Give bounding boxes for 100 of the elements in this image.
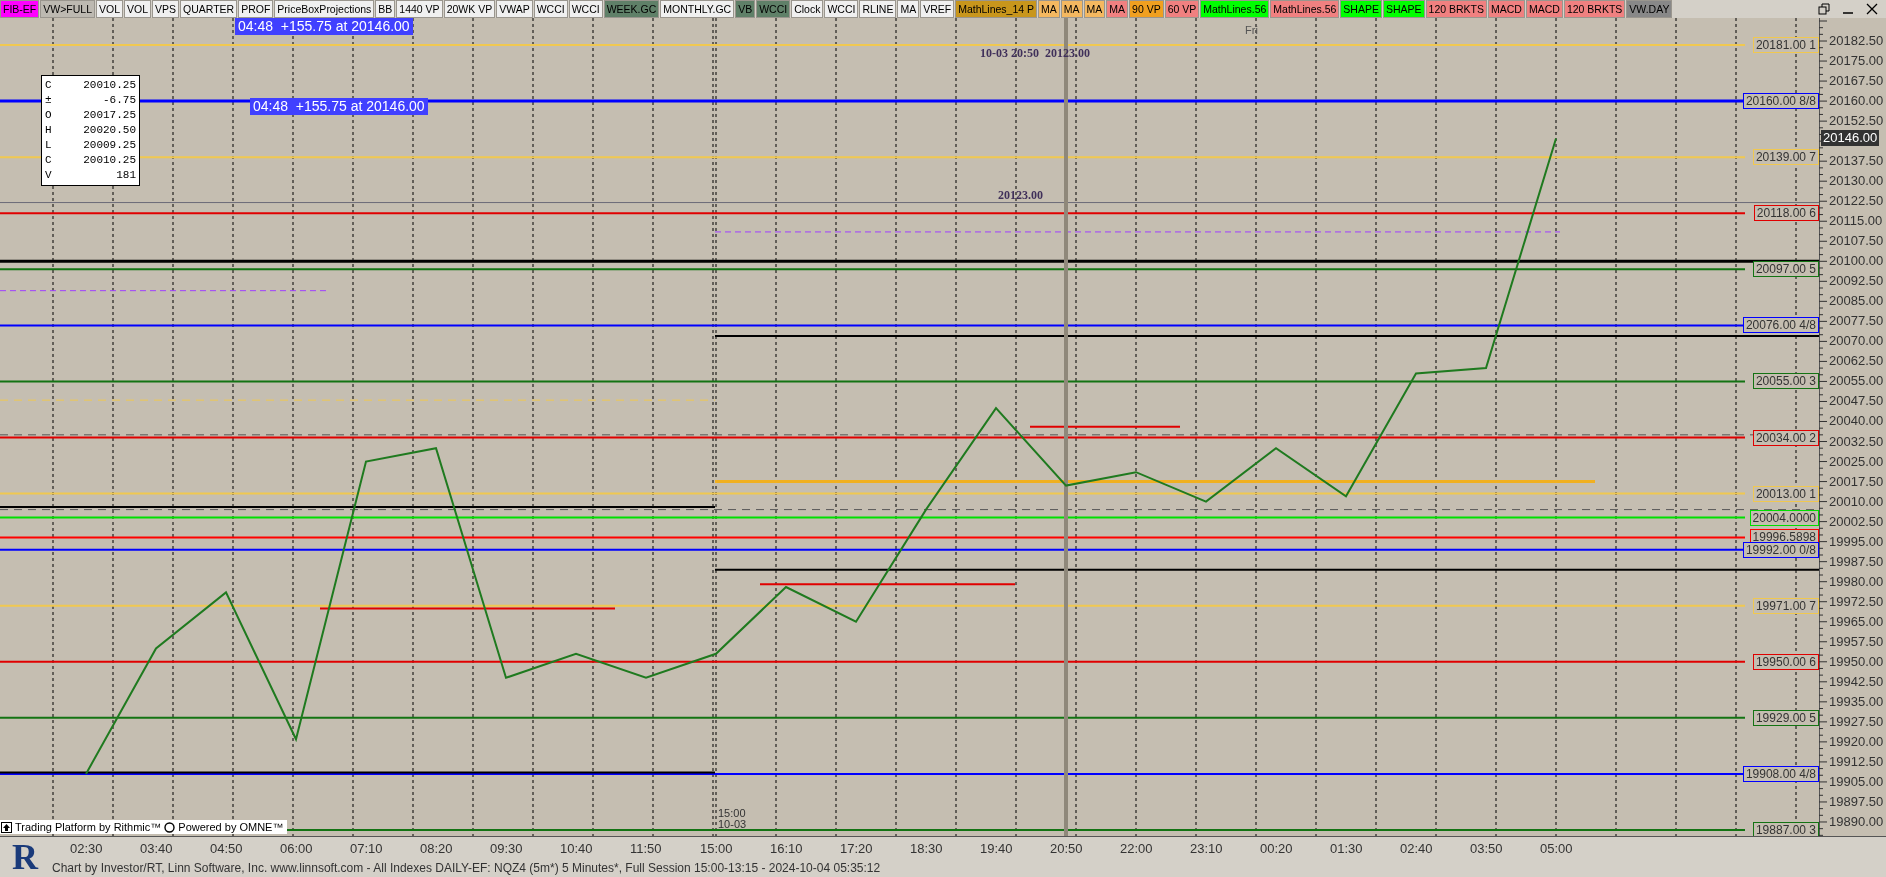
indicator-button[interactable]: QUARTER: [180, 0, 238, 18]
time-axis-label: 02:40: [1400, 841, 1433, 856]
indicator-button[interactable]: 120 BRKTS: [1563, 0, 1626, 18]
platform-credit: Trading Platform by Rithmic™: [15, 821, 162, 833]
field-label: C: [45, 78, 52, 93]
time-axis-label: 03:50: [1470, 841, 1503, 856]
restore-icon[interactable]: [1818, 3, 1830, 15]
bar-timestamp: 10-03 20:50 20123.00: [980, 46, 1090, 61]
level-tag: 20055.00 3: [1752, 373, 1819, 390]
indicator-button[interactable]: MA: [1083, 0, 1106, 18]
price-axis-label: 19950.00: [1829, 653, 1884, 670]
indicator-button[interactable]: MACD: [1525, 0, 1563, 18]
time-axis-label: 09:30: [490, 841, 523, 856]
indicator-button[interactable]: WCCI: [533, 0, 568, 18]
indicator-button[interactable]: VW.DAY: [1626, 0, 1673, 18]
level-tag: 20076.00 4/8: [1742, 317, 1819, 334]
price-axis-label: 19965.00: [1829, 613, 1884, 630]
price-axis-label: 20017.50: [1829, 473, 1884, 490]
platform-credit: Powered by OMNE™: [178, 821, 284, 833]
indicator-button[interactable]: MathLines.56: [1200, 0, 1270, 18]
indicator-button[interactable]: 60 VP: [1164, 0, 1200, 18]
level-tag: 19971.00 7: [1752, 597, 1819, 614]
price-axis-label: 19905.00: [1829, 773, 1884, 790]
level-tag: 20139.00 7: [1752, 149, 1819, 166]
indicator-button[interactable]: MA: [897, 0, 920, 18]
indicator-button[interactable]: VREF: [920, 0, 955, 18]
price-axis-label: 19912.50: [1829, 753, 1884, 770]
time-axis-label: 20:50: [1050, 841, 1083, 856]
indicator-button[interactable]: RLINE: [859, 0, 897, 18]
indicator-button[interactable]: WCCI: [756, 0, 791, 18]
price-axis-label: 20152.50: [1829, 113, 1884, 130]
indicator-button[interactable]: MathLines_14 P: [955, 0, 1038, 18]
level-tag: 19887.00 3: [1752, 822, 1819, 836]
indicator-button[interactable]: MACD: [1488, 0, 1525, 18]
field-value: -6.75: [103, 93, 136, 108]
time-axis-label: 01:30: [1330, 841, 1363, 856]
indicator-button[interactable]: SHAPE: [1340, 0, 1382, 18]
level-tag: 20160.00 8/8: [1742, 93, 1819, 110]
price-axis-label: 20137.50: [1829, 153, 1884, 170]
field-value: 20009.25: [83, 138, 136, 153]
indicator-button[interactable]: MONTHLY.GC: [660, 0, 735, 18]
indicator-button[interactable]: 90 VP: [1129, 0, 1164, 18]
indicator-button[interactable]: 20WK VP: [443, 0, 496, 18]
indicator-button[interactable]: MathLines.56: [1270, 0, 1340, 18]
field-label: O: [45, 108, 52, 123]
indicator-button[interactable]: PROF: [238, 0, 274, 18]
time-axis-label: 15:00: [700, 841, 733, 856]
price-axis-label: 20055.00: [1829, 373, 1884, 390]
price-axis-label: 20070.00: [1829, 333, 1884, 350]
indicator-button[interactable]: SHAPE: [1382, 0, 1425, 18]
price-axis-label: 19957.50: [1829, 633, 1884, 650]
price-axis-label: 19972.50: [1829, 593, 1884, 610]
level-tag: 20034.00 2: [1752, 429, 1819, 446]
field-label: C: [45, 153, 52, 168]
field-value: 20020.50: [83, 123, 136, 138]
price-axis-label: 20167.50: [1829, 73, 1884, 90]
indicator-button[interactable]: VWAP: [496, 0, 533, 18]
time-axis-label: 00:20: [1260, 841, 1293, 856]
field-label: L: [45, 138, 52, 153]
session-date: 10-03: [718, 819, 747, 830]
indicator-button[interactable]: MA: [1106, 0, 1129, 18]
price-axis-label: 19897.50: [1829, 793, 1884, 810]
field-value: 20010.25: [83, 78, 136, 93]
status-text: Chart by Investor/RT, Linn Software, Inc. www.linnsoft.com - All Indexes DAILY-EF: NQZ4 (5m*) 5 Minutes*, Full Session 15:00-13:15 - 2024-10-04 05:35:12: [51, 860, 882, 877]
indicator-button[interactable]: WCCI: [568, 0, 603, 18]
indicator-button[interactable]: 120 BRKTS: [1425, 0, 1488, 18]
indicator-button[interactable]: Clock: [791, 0, 824, 18]
time-axis-label: 11:50: [630, 841, 662, 856]
level-tag: 19929.00 5: [1752, 709, 1819, 726]
price-axis-label: 19942.50: [1829, 673, 1884, 690]
indicator-button[interactable]: MA: [1060, 0, 1083, 18]
indicator-button[interactable]: WCCI: [824, 0, 859, 18]
price-axis-label: 20040.00: [1829, 413, 1884, 430]
time-axis-label: 06:00: [280, 841, 313, 856]
time-axis-label: 08:20: [420, 841, 453, 856]
time-axis-label: 18:30: [910, 841, 943, 856]
indicator-button[interactable]: MA: [1038, 0, 1060, 18]
indicator-button[interactable]: VOL: [124, 0, 151, 18]
indicator-button[interactable]: WEEK.GC: [603, 0, 660, 18]
indicator-button[interactable]: VB: [735, 0, 756, 18]
field-label: H: [45, 123, 52, 138]
time-axis-label: 02:30: [70, 841, 103, 856]
indicator-button[interactable]: 1440 VP: [396, 0, 443, 18]
indicator-button[interactable]: FIB-EF: [0, 0, 40, 18]
price-axis-label: 19920.00: [1829, 733, 1884, 750]
indicator-button[interactable]: PriceBoxProjections: [274, 0, 375, 18]
indicator-button[interactable]: VPS: [152, 0, 180, 18]
close-icon[interactable]: [1866, 3, 1878, 15]
level-tag: 19950.00 6: [1752, 653, 1819, 670]
indicator-button[interactable]: BB: [375, 0, 396, 18]
indicator-button[interactable]: VW>FULL: [40, 0, 95, 18]
price-axis-label: 19987.50: [1829, 553, 1884, 570]
indicator-button[interactable]: VOL: [96, 0, 123, 18]
price-axis-label: 20077.50: [1829, 313, 1884, 330]
time-axis-label: 04:50: [210, 841, 243, 856]
price-axis-label: 20002.50: [1829, 513, 1884, 530]
level-tag: 20013.00 1: [1752, 485, 1819, 502]
field-value: 20017.25: [83, 108, 136, 123]
field-label: V: [45, 168, 52, 183]
level-tag: 20181.00 1: [1752, 37, 1819, 54]
